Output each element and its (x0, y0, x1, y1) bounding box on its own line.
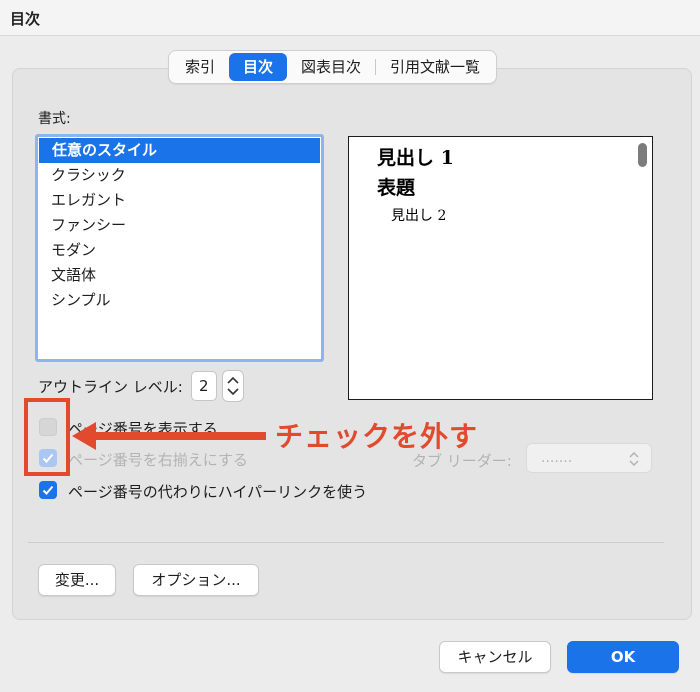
format-list[interactable]: 任意のスタイル クラシック エレガント ファンシー モダン 文語体 シンプル (35, 134, 324, 362)
hyperlinks-checkbox[interactable] (39, 481, 57, 499)
chevron-up-icon[interactable] (227, 376, 239, 384)
tab-leader-label: タブ リーダー: (412, 452, 512, 470)
tab-table-of-authorities[interactable]: 引用文献一覧 (376, 53, 494, 81)
tab-index[interactable]: 索引 (171, 53, 229, 81)
format-label: 書式: (38, 111, 71, 127)
tab-bar: 索引 目次 図表目次 引用文献一覧 (168, 50, 498, 84)
format-item-formal[interactable]: 文語体 (38, 263, 321, 288)
window-title: 目次 (10, 10, 41, 28)
divider (28, 542, 664, 543)
format-item-simple[interactable]: シンプル (38, 288, 321, 313)
format-item-custom[interactable]: 任意のスタイル (39, 138, 320, 163)
tab-table-of-figures[interactable]: 図表目次 (287, 53, 375, 81)
preview-heading-2: 見出し 2 (391, 208, 447, 224)
format-item-fancy[interactable]: ファンシー (38, 213, 321, 238)
options-button[interactable]: オプション... (133, 564, 259, 596)
format-item-elegant[interactable]: エレガント (38, 188, 321, 213)
outline-level-label: アウトライン レベル: (38, 377, 183, 396)
annotation-highlight-box (24, 398, 70, 476)
preview-heading-1: 見出し 1 (377, 147, 454, 169)
title-bar: 目次 (0, 0, 700, 36)
up-down-chevron-icon (629, 452, 639, 466)
tab-toc[interactable]: 目次 (229, 53, 288, 81)
tab-leader-select[interactable]: ....... (526, 443, 652, 473)
modify-button[interactable]: 変更... (38, 564, 116, 596)
annotation-text: チェックを外す (275, 420, 479, 453)
format-item-modern[interactable]: モダン (38, 238, 321, 263)
ok-button[interactable]: OK (567, 641, 679, 673)
preview-scrollbar[interactable] (638, 143, 647, 167)
tab-leader-value: ....... (541, 450, 573, 466)
outline-level-stepper[interactable] (221, 370, 244, 402)
toc-preview: 見出し 1 表題 見出し 2 (348, 136, 653, 400)
outline-level-input[interactable]: 2 (190, 371, 217, 401)
checkmark-icon (42, 485, 54, 495)
format-item-classic[interactable]: クラシック (38, 163, 321, 188)
hyperlinks-label: ページ番号の代わりにハイパーリンクを使う (68, 483, 368, 501)
annotation-arrow-icon (72, 422, 266, 450)
chevron-down-icon[interactable] (227, 388, 239, 396)
cancel-button[interactable]: キャンセル (439, 641, 551, 673)
preview-title: 表題 (377, 177, 416, 199)
